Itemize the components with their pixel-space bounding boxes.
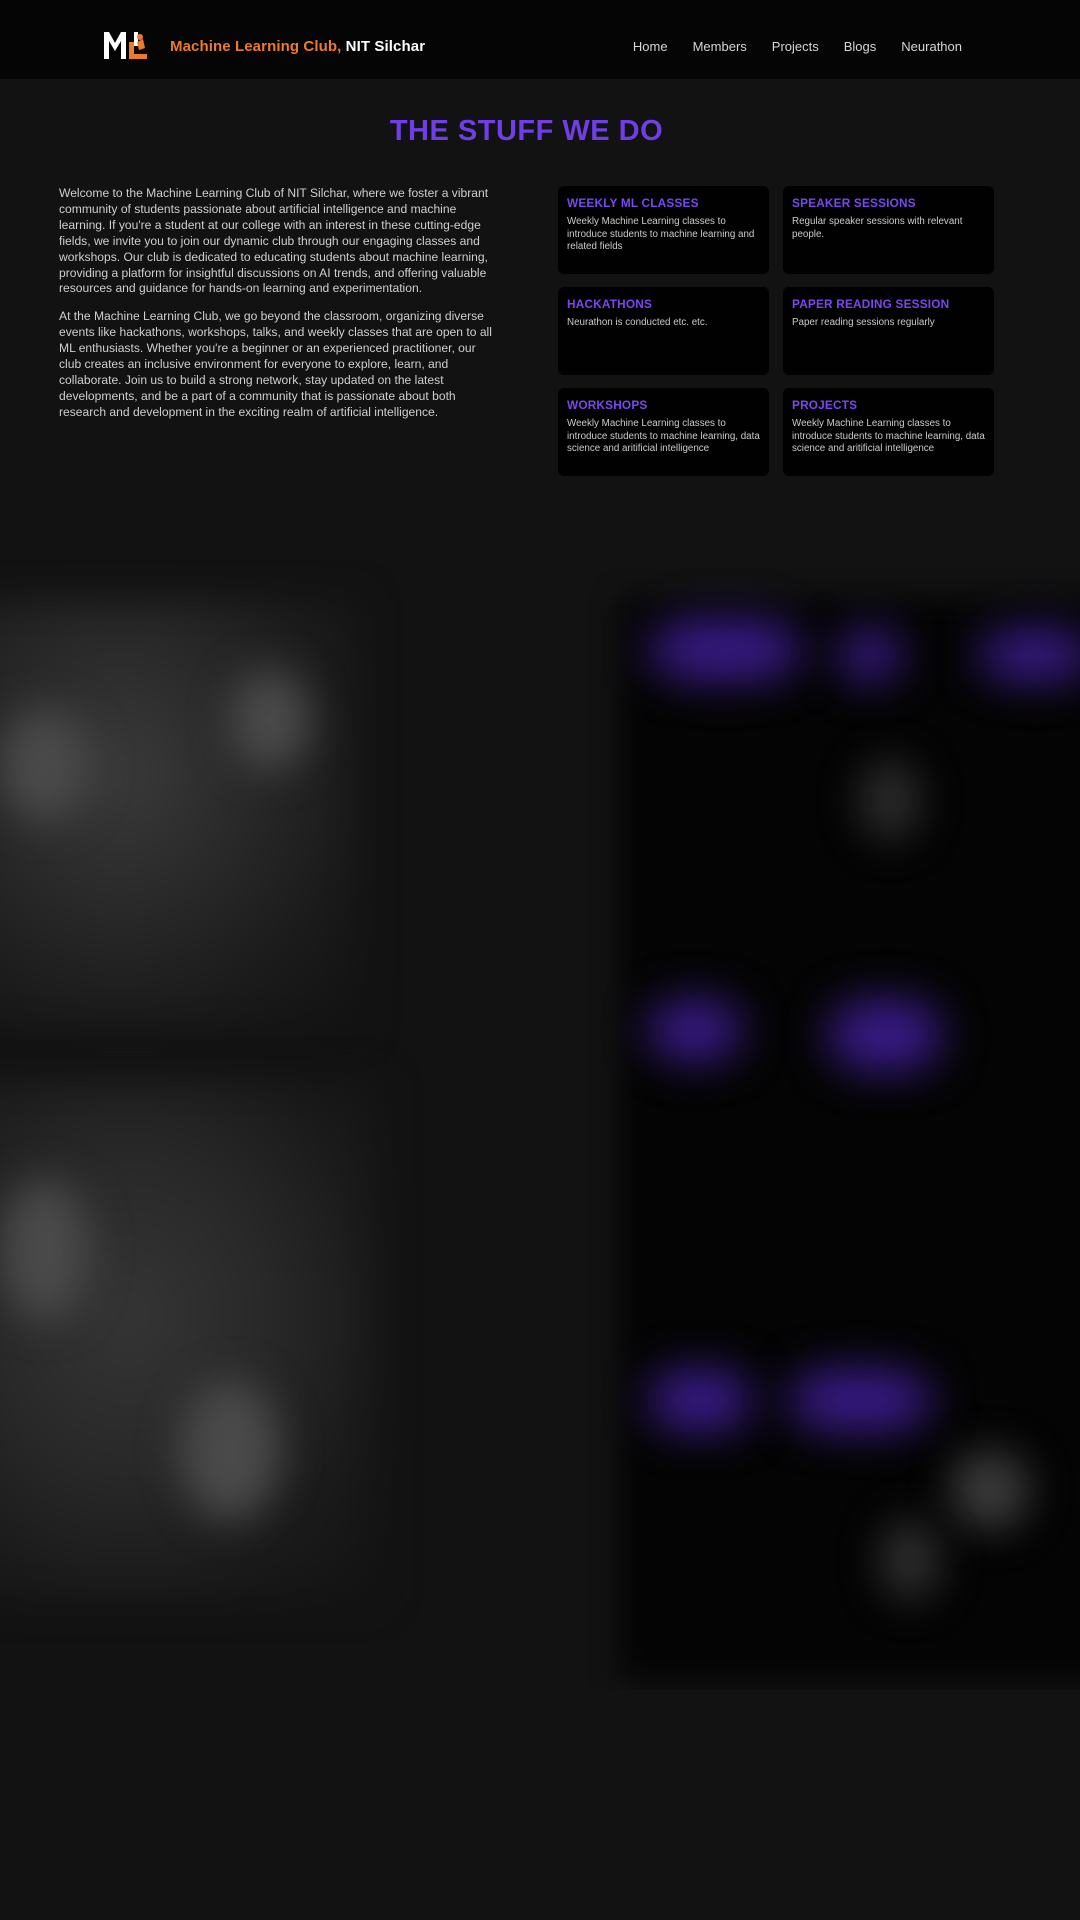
blurred-accent-glow [650, 1000, 740, 1060]
brand-institute: NIT Silchar [345, 38, 426, 55]
nav-neurathon[interactable]: Neurathon [901, 39, 962, 54]
ml-logo-icon[interactable] [103, 30, 151, 60]
activity-cards: WEEKLY ML CLASSES Weekly Machine Learnin… [558, 186, 995, 476]
blurred-accent-glow [790, 1370, 930, 1430]
section-title: THE STUFF WE DO [389, 115, 664, 147]
blurred-figure [880, 1520, 940, 1600]
intro-paragraph-1: Welcome to the Machine Learning Club of … [59, 186, 489, 296]
blurred-figure [950, 1450, 1030, 1530]
blurred-accent-glow [650, 620, 800, 680]
card-description: Weekly Machine Learning classes to intro… [567, 418, 760, 455]
card-description: Paper reading sessions regularly [792, 317, 935, 328]
nav-blogs[interactable]: Blogs [844, 39, 877, 54]
card-weekly-ml-classes: WEEKLY ML CLASSES Weekly Machine Learnin… [558, 186, 769, 274]
card-title: WORKSHOPS [567, 398, 648, 412]
card-hackathons: HACKATHONS Neurathon is conducted etc. e… [558, 287, 769, 375]
blurred-figure [230, 670, 310, 770]
card-description: Weekly Machine Learning classes to intro… [567, 216, 755, 253]
navbar: Machine Learning Club, NIT Silchar Home … [0, 0, 1080, 79]
card-description: Weekly Machine Learning classes to intro… [792, 418, 985, 455]
blurred-accent-glow [650, 1370, 750, 1430]
nav-projects[interactable]: Projects [772, 39, 819, 54]
blurred-figure [180, 1380, 280, 1520]
card-title: SPEAKER SESSIONS [792, 196, 916, 210]
card-projects: PROJECTS Weekly Machine Learning classes… [783, 388, 994, 476]
blurred-photo-gallery [0, 560, 1080, 1690]
blurred-accent-glow [830, 1000, 940, 1070]
blurred-figure [0, 710, 90, 820]
card-description: Neurathon is conducted etc. etc. [567, 317, 708, 328]
nav-links: Home Members Projects Blogs Neurathon [633, 39, 962, 54]
card-title: WEEKLY ML CLASSES [567, 196, 699, 210]
blurred-photo-group-2 [0, 1080, 380, 1600]
blurred-figure [0, 1180, 90, 1320]
nav-home[interactable]: Home [633, 39, 668, 54]
card-paper-reading: PAPER READING SESSION Paper reading sess… [783, 287, 994, 375]
card-description: Regular speaker sessions with relevant p… [792, 216, 963, 240]
intro-paragraph-2: At the Machine Learning Club, we go beyo… [59, 309, 492, 419]
card-title: PAPER READING SESSION [792, 297, 950, 311]
card-title: PROJECTS [792, 398, 858, 412]
blurred-figure [860, 760, 920, 840]
brand-title[interactable]: Machine Learning Club, NIT Silchar [170, 38, 425, 55]
intro-text: Welcome to the Machine Learning Club of … [59, 186, 495, 433]
brand-club-name: Machine Learning Club, [170, 38, 342, 55]
card-speaker-sessions: SPEAKER SESSIONS Regular speaker session… [783, 186, 994, 274]
nav-members[interactable]: Members [693, 39, 747, 54]
blurred-accent-glow [980, 630, 1080, 680]
blurred-accent-glow [840, 630, 900, 680]
card-workshops: WORKSHOPS Weekly Machine Learning classe… [558, 388, 769, 476]
card-title: HACKATHONS [567, 297, 653, 311]
